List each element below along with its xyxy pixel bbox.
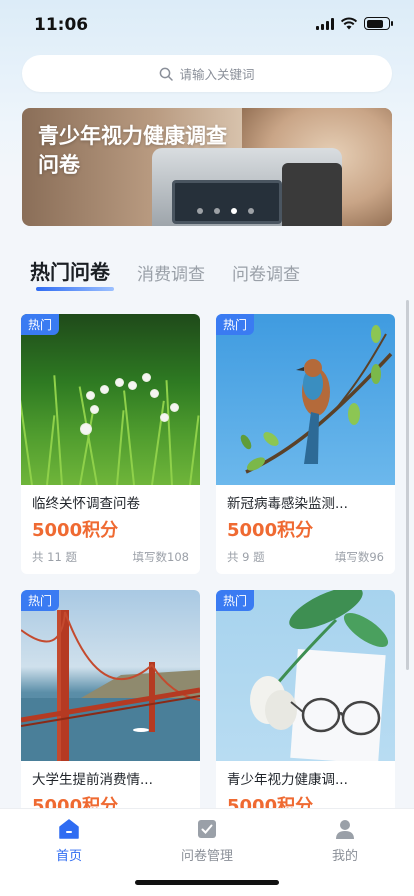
survey-card[interactable]: 热门 临终关怀调查问卷 5000积分 共 11 题 填写数108 xyxy=(21,314,200,574)
glasses-and-flower-image xyxy=(216,590,395,761)
question-count: 共 9 题 xyxy=(227,550,265,564)
survey-card[interactable]: 热门 大学生提前消费情... 5000积分 xyxy=(21,590,200,808)
tab-label: 热门问卷 xyxy=(30,260,110,284)
signal-icon xyxy=(316,17,334,30)
home-icon xyxy=(59,819,79,839)
carousel-dot[interactable] xyxy=(214,208,220,214)
search-placeholder: 请输入关键词 xyxy=(179,67,255,82)
card-meta: 共 11 题 填写数108 xyxy=(32,549,189,565)
status-bar: 11:06 xyxy=(0,0,414,50)
hot-badge: 热门 xyxy=(216,314,255,335)
search-input[interactable]: 请输入关键词 xyxy=(22,55,392,92)
card-title: 大学生提前消费情... xyxy=(32,772,153,788)
nav-survey-manage[interactable]: 问卷管理 xyxy=(162,817,252,864)
golden-gate-bridge-image xyxy=(21,590,200,761)
carousel-dot[interactable] xyxy=(248,208,254,214)
card-points: 5000积分 xyxy=(227,796,314,808)
search-icon xyxy=(160,67,174,81)
battery-icon xyxy=(364,17,393,30)
survey-card[interactable]: 热门 新冠病毒感染监测... 5000积分 共 9 题 填写数96 xyxy=(216,314,395,574)
hot-badge: 热门 xyxy=(21,590,60,611)
tab-label: 问卷调查 xyxy=(232,265,300,285)
scrollbar[interactable] xyxy=(406,300,409,670)
card-title: 青少年视力健康调... xyxy=(227,772,348,788)
grass-flowers-image xyxy=(21,314,200,485)
question-count: 共 11 题 xyxy=(32,550,77,564)
status-time: 11:06 xyxy=(34,15,89,35)
banner-title: 青少年视力健康调查问卷 xyxy=(38,124,227,177)
card-meta: 共 9 题 填写数96 xyxy=(227,549,384,565)
tab-questionnaire-survey[interactable]: 问卷调查 xyxy=(232,260,300,285)
card-points: 5000积分 xyxy=(32,796,119,808)
nav-label: 问卷管理 xyxy=(180,849,233,864)
hot-badge: 热门 xyxy=(216,590,255,611)
category-tabs: 热门问卷 消费调查 问卷调查 xyxy=(30,256,327,291)
card-title: 临终关怀调查问卷 xyxy=(32,496,140,512)
hot-badge: 热门 xyxy=(21,314,60,335)
banner-carousel[interactable]: 青少年视力健康调查问卷 xyxy=(22,108,392,226)
nav-label: 我的 xyxy=(331,849,358,864)
carousel-dots xyxy=(197,208,254,214)
profile-icon xyxy=(336,820,354,839)
survey-card[interactable]: 热门 青少年视力健康调... 5000积分 xyxy=(216,590,395,808)
wifi-icon xyxy=(340,17,358,30)
survey-grid: 热门 临终关怀调查问卷 5000积分 共 11 题 填写数108 热门 新冠病毒… xyxy=(21,314,395,808)
carousel-dot-active[interactable] xyxy=(231,208,237,214)
tab-label: 消费调查 xyxy=(137,265,205,285)
tab-consumer-survey[interactable]: 消费调查 xyxy=(137,260,205,285)
fill-count: 填写数108 xyxy=(132,550,189,564)
nav-home[interactable]: 首页 xyxy=(24,817,114,864)
survey-manage-icon xyxy=(198,820,216,838)
tab-active-underline xyxy=(36,287,114,291)
nav-label: 首页 xyxy=(55,849,82,864)
status-icons xyxy=(316,17,393,30)
card-points: 5000积分 xyxy=(227,520,314,541)
card-title: 新冠病毒感染监测... xyxy=(227,496,348,512)
card-points: 5000积分 xyxy=(32,520,119,541)
nav-profile[interactable]: 我的 xyxy=(300,817,390,864)
fill-count: 填写数96 xyxy=(334,550,384,564)
carousel-dot[interactable] xyxy=(197,208,203,214)
tab-hot-surveys[interactable]: 热门问卷 xyxy=(30,256,114,291)
home-indicator xyxy=(135,880,279,885)
bird-on-branch-image xyxy=(216,314,395,485)
